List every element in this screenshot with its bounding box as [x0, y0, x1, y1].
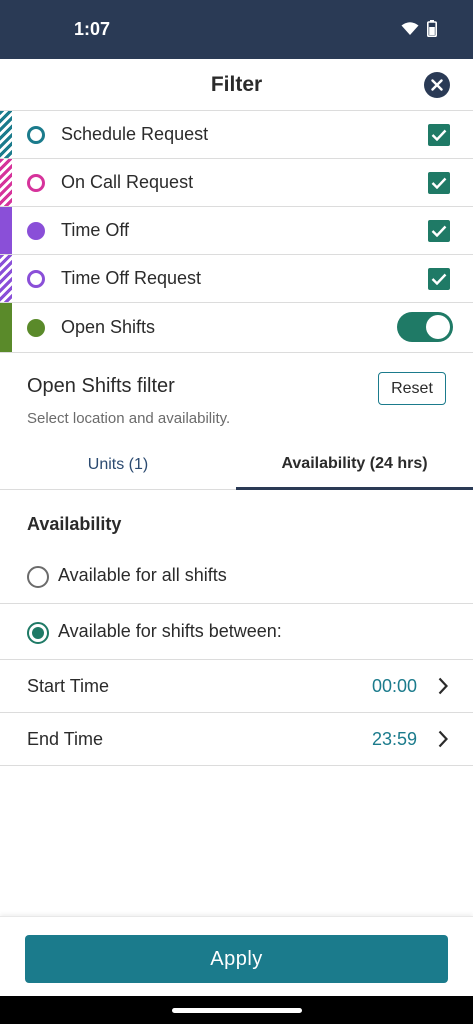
filled-dot-icon [27, 319, 45, 337]
category-label: Open Shifts [61, 317, 156, 337]
filter-tabs: Units (1) Availability (24 hrs) [0, 440, 473, 490]
toggle-knob [426, 315, 450, 339]
category-color-stripe [0, 207, 12, 254]
tab-units[interactable]: Units (1) [0, 440, 236, 490]
open-shifts-filter-subtitle: Select location and availability. [27, 410, 231, 427]
end-time-row[interactable]: End Time 23:59 [0, 713, 473, 766]
category-checkbox[interactable] [428, 268, 450, 290]
category-row-open-shifts[interactable]: Open Shifts [0, 303, 473, 353]
wifi-icon [401, 21, 419, 35]
option-available-all-shifts[interactable]: Available for all shifts [0, 548, 473, 604]
category-row-on-call-request[interactable]: On Call Request [0, 159, 473, 207]
status-time: 1:07 [74, 19, 111, 39]
end-time-label: End Time [27, 729, 104, 749]
reset-button[interactable]: Reset [378, 372, 446, 405]
filter-header: Filter [0, 59, 473, 111]
category-color-stripe [0, 111, 12, 158]
hollow-dot-icon [27, 174, 45, 192]
open-shifts-toggle[interactable] [397, 312, 453, 342]
battery-icon [427, 20, 437, 37]
apply-button[interactable]: Apply [25, 935, 448, 983]
status-icons [401, 20, 437, 37]
category-label: Schedule Request [61, 124, 209, 144]
hollow-dot-icon [27, 126, 45, 144]
category-checkbox[interactable] [428, 220, 450, 242]
category-color-stripe [0, 255, 12, 302]
checkmark-icon [431, 177, 447, 189]
chevron-right-icon [438, 677, 448, 695]
hollow-dot-icon [27, 270, 45, 288]
page-title: Filter [210, 73, 263, 96]
checkmark-icon [431, 273, 447, 285]
filled-dot-icon [27, 222, 45, 240]
bottom-action-bar: Apply [0, 916, 473, 996]
category-row-schedule-request[interactable]: Schedule Request [0, 111, 473, 159]
close-button[interactable] [424, 72, 450, 98]
open-shifts-filter-title: Open Shifts filter [27, 375, 175, 397]
category-label: On Call Request [61, 172, 194, 192]
availability-section-title: Availability [27, 514, 122, 534]
category-color-stripe [0, 159, 12, 206]
chevron-right-icon [438, 730, 448, 748]
end-time-value: 23:59 [371, 729, 417, 749]
category-row-time-off-request[interactable]: Time Off Request [0, 255, 473, 303]
radio-button-selected[interactable] [27, 622, 49, 644]
tab-availability[interactable]: Availability (24 hrs) [236, 440, 473, 490]
radio-button[interactable] [27, 566, 49, 588]
category-checkbox[interactable] [428, 172, 450, 194]
option-available-shifts-between[interactable]: Available for shifts between: [0, 604, 473, 660]
start-time-value: 00:00 [371, 676, 417, 696]
checkmark-icon [431, 129, 447, 141]
category-label: Time Off [61, 220, 130, 240]
radio-label: Available for all shifts [58, 565, 227, 585]
navigation-bar [0, 996, 473, 1024]
category-color-stripe [0, 303, 12, 352]
checkmark-icon [431, 225, 447, 237]
category-row-time-off[interactable]: Time Off [0, 207, 473, 255]
radio-dot-icon [32, 627, 44, 639]
radio-label: Available for shifts between: [58, 621, 282, 641]
status-bar: 1:07 [0, 0, 473, 59]
category-label: Time Off Request [61, 268, 202, 288]
start-time-row[interactable]: Start Time 00:00 [0, 660, 473, 713]
close-icon [431, 79, 443, 91]
category-checkbox[interactable] [428, 124, 450, 146]
start-time-label: Start Time [27, 676, 110, 696]
home-gesture-handle[interactable] [172, 1008, 302, 1013]
